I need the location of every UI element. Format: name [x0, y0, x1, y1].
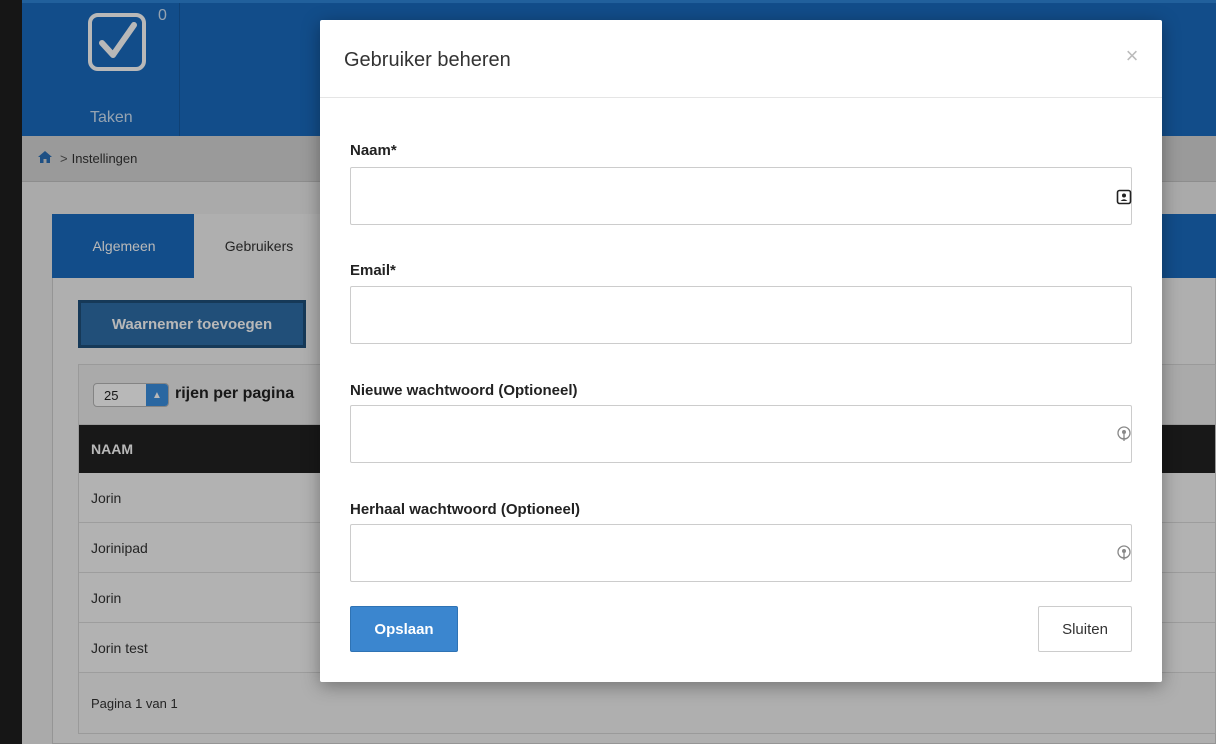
- modal-header: Gebruiker beheren ×: [320, 20, 1162, 98]
- save-button[interactable]: Opslaan: [350, 606, 458, 652]
- password-key-icon: [1117, 426, 1131, 441]
- name-input[interactable]: [350, 167, 1132, 225]
- close-button[interactable]: Sluiten: [1038, 606, 1132, 652]
- repeat-password-label: Herhaal wachtwoord (Optioneel): [350, 501, 581, 518]
- repeat-password-input[interactable]: [350, 524, 1132, 582]
- name-label: Naam*: [350, 142, 397, 159]
- contact-card-icon: [1116, 189, 1132, 205]
- email-input[interactable]: [350, 286, 1132, 344]
- manage-user-dialog: Gebruiker beheren × Naam* Email* Nieuwe …: [320, 20, 1162, 682]
- new-password-label: Nieuwe wachtwoord (Optioneel): [350, 382, 578, 399]
- close-icon[interactable]: ×: [1120, 44, 1144, 68]
- new-password-input[interactable]: [350, 405, 1132, 463]
- email-label: Email*: [350, 262, 396, 279]
- modal-title: Gebruiker beheren: [344, 49, 511, 71]
- password-key-icon: [1117, 545, 1131, 560]
